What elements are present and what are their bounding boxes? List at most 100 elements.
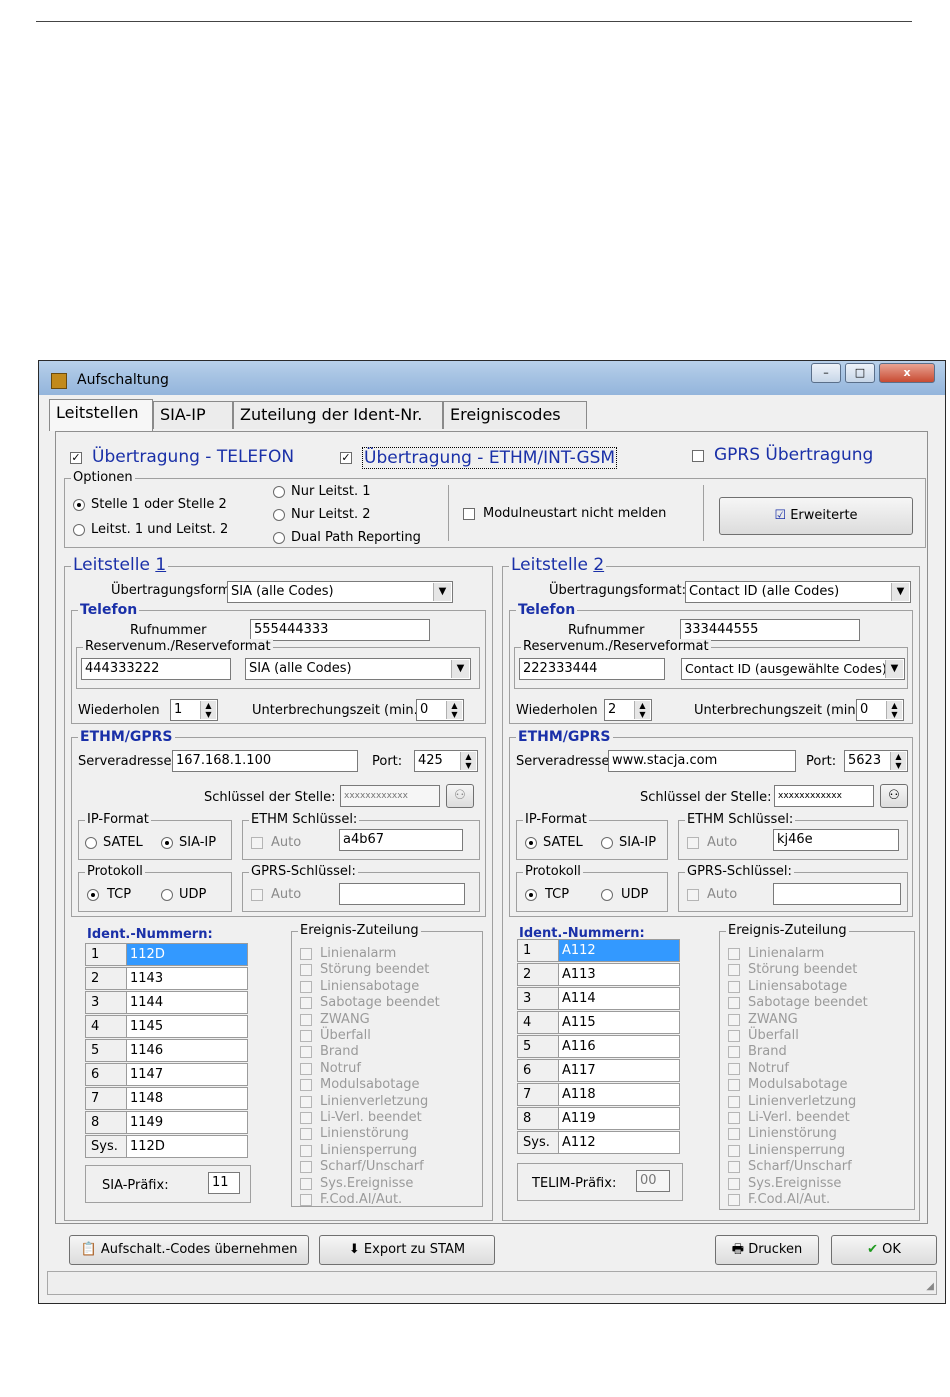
event-checkbox[interactable] [728,980,740,993]
event-checkbox[interactable] [728,1177,740,1190]
ls2-schluessel-input[interactable]: xxxxxxxxxxxx [774,785,874,807]
ident-row-value[interactable]: 1144 [127,991,248,1014]
ls1-siaip-radio[interactable] [161,837,173,849]
ls1-format-select[interactable]: SIA (alle Codes) ▼ [227,581,453,603]
ls2-udp-radio[interactable] [601,889,613,901]
tab-ereigniscodes[interactable]: Ereigniscodes [443,401,587,429]
ident-row-value[interactable]: A116 [559,1035,680,1058]
tab-zuteilung[interactable]: Zuteilung der Ident-Nr. [233,401,443,429]
ls1-ethm-key-input[interactable]: a4b67 [339,829,463,851]
event-checkbox[interactable] [300,1194,312,1206]
ls1-unterbrechung-spinner[interactable]: 0 ▲ ▼ [416,699,464,721]
modulneustart-checkbox[interactable] [463,508,475,520]
ls1-tcp-radio[interactable] [87,889,99,901]
ls1-gprs-key-input[interactable] [339,883,465,905]
event-checkbox[interactable] [300,980,312,993]
event-checkbox[interactable] [728,1013,740,1026]
event-checkbox[interactable] [300,1177,312,1190]
close-button[interactable]: x [879,363,935,383]
ls2-siaip-radio[interactable] [601,837,613,849]
event-checkbox[interactable] [300,1112,312,1124]
ident-row-value[interactable]: A114 [559,987,680,1010]
ls2-satel-radio[interactable] [525,837,537,849]
event-checkbox[interactable] [728,948,740,960]
erweiterte-button[interactable]: ☑ Erweiterte [719,497,913,535]
ls2-ethm-auto-checkbox[interactable] [687,837,699,849]
event-checkbox[interactable] [728,1161,740,1174]
event-checkbox[interactable] [300,1144,312,1157]
ls1-satel-radio[interactable] [85,837,97,849]
ls2-tcp-radio[interactable] [525,889,537,901]
ident-row-value[interactable]: 1143 [127,967,248,990]
event-checkbox[interactable] [300,1128,312,1141]
ls1-ethm-auto-checkbox[interactable] [251,837,263,849]
event-checkbox[interactable] [728,1112,740,1124]
event-checkbox[interactable] [300,1013,312,1026]
event-checkbox[interactable] [728,1046,740,1059]
minimize-button[interactable]: – [811,363,841,383]
ls2-gprs-key-input[interactable] [773,883,901,905]
ident-row-value[interactable]: A113 [559,963,680,986]
gprs-checkbox[interactable] [692,450,704,462]
event-checkbox[interactable] [300,1030,312,1042]
event-checkbox[interactable] [728,1095,740,1108]
ls1-rufnummer-input[interactable]: 555444333 [250,619,430,641]
ls1-prefix-input[interactable]: 11 [208,1172,240,1194]
event-checkbox[interactable] [300,1046,312,1059]
radio-nur-leitst1[interactable] [273,486,285,498]
ls2-server-input[interactable]: www.stacja.com [608,750,796,772]
ls2-reserve-num-input[interactable]: 222333444 [519,658,665,680]
ident-row-value[interactable]: A112 [559,1131,680,1154]
ls2-rufnummer-input[interactable]: 333444555 [680,619,860,641]
tab-leitstellen[interactable]: Leitstellen [49,399,153,431]
export-stam-button[interactable]: ⬇ Export zu STAM [319,1235,495,1265]
radio-stelle1-oder-2[interactable] [73,499,85,511]
ls2-reserve-format-select[interactable]: Contact ID (ausgewählte Codes) ▼ [681,658,905,680]
ok-button[interactable]: ✔ OK [831,1235,937,1265]
ls1-schluessel-input[interactable]: xxxxxxxxxxxx [340,785,440,807]
ident-row-value[interactable]: 1148 [127,1087,248,1110]
ls1-reserve-format-select[interactable]: SIA (alle Codes) ▼ [245,658,471,680]
ls2-prefix-input[interactable]: 00 [636,1170,670,1192]
radio-leitst1-und-2[interactable] [73,524,85,536]
event-checkbox[interactable] [728,964,740,977]
event-checkbox[interactable] [300,1161,312,1174]
ident-row-value[interactable]: 112D [127,943,248,966]
event-checkbox[interactable] [728,1030,740,1042]
radio-dual-path[interactable] [273,532,285,544]
event-checkbox[interactable] [728,1062,740,1075]
event-checkbox[interactable] [728,997,740,1010]
ls1-show-key-button[interactable]: ⚇ [446,784,474,808]
aufschalt-codes-button[interactable]: 📋 Aufschalt.-Codes übernehmen [69,1235,309,1265]
ident-row-value[interactable]: 1147 [127,1063,248,1086]
event-checkbox[interactable] [728,1079,740,1092]
drucken-button[interactable]: 🖶 Drucken [715,1235,819,1265]
ident-row-value[interactable]: A112 [559,939,680,962]
ident-row-value[interactable]: 1149 [127,1111,248,1134]
ident-row-value[interactable]: 1145 [127,1015,248,1038]
ls1-udp-radio[interactable] [161,889,173,901]
event-checkbox[interactable] [300,1062,312,1075]
ls2-format-select[interactable]: Contact ID (alle Codes) ▼ [685,581,911,603]
radio-nur-leitst2[interactable] [273,509,285,521]
event-checkbox[interactable] [300,948,312,960]
tab-sia-ip[interactable]: SIA-IP [153,401,233,429]
telefon-checkbox[interactable]: ✓ [70,452,82,464]
ls2-gprs-auto-checkbox[interactable] [687,889,699,901]
ls2-unterbrechung-spinner[interactable]: 0 ▲ ▼ [856,699,904,721]
event-checkbox[interactable] [728,1128,740,1141]
event-checkbox[interactable] [300,1079,312,1092]
maximize-button[interactable]: □ [845,363,875,383]
ethm-checkbox[interactable]: ✓ [340,452,352,464]
ident-row-value[interactable]: A118 [559,1083,680,1106]
ls2-ethm-key-input[interactable]: kj46e [773,829,899,851]
title-bar[interactable]: Aufschaltung – □ x [39,361,945,395]
event-checkbox[interactable] [728,1144,740,1157]
ls1-gprs-auto-checkbox[interactable] [251,889,263,901]
ident-row-value[interactable]: 1146 [127,1039,248,1062]
event-checkbox[interactable] [728,1194,740,1206]
ls1-server-input[interactable]: 167.168.1.100 [172,750,358,772]
event-checkbox[interactable] [300,964,312,977]
ident-row-value[interactable]: A117 [559,1059,680,1082]
ls1-port-spinner[interactable]: 425 ▲ ▼ [414,750,478,772]
